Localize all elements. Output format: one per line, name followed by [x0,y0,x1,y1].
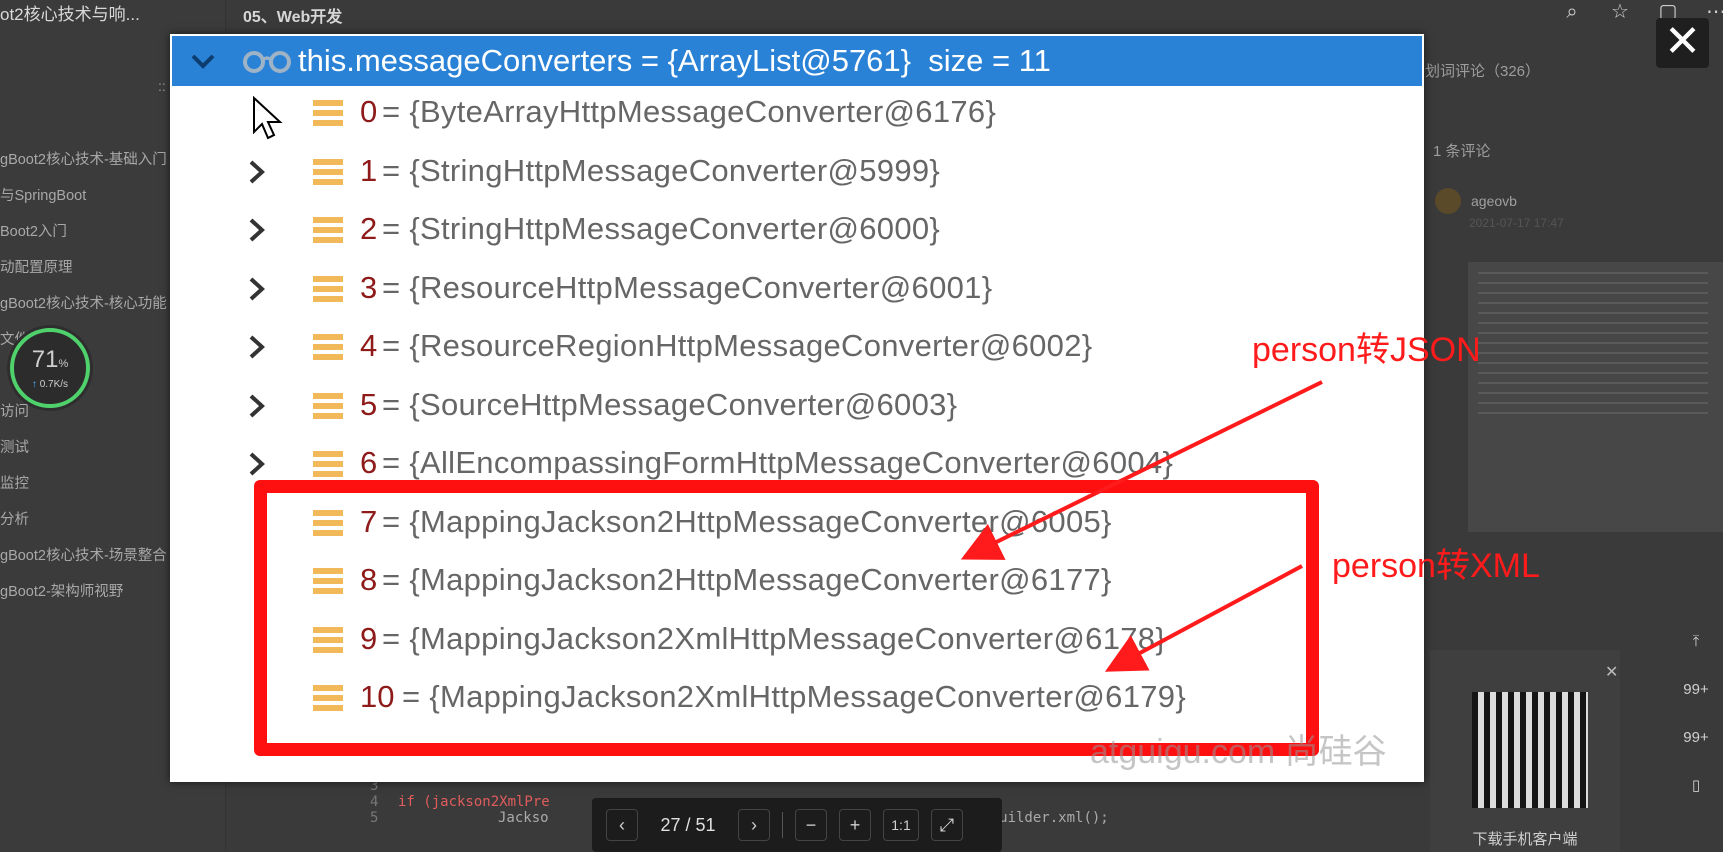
toc-item[interactable]: 动配置原理 [0,250,180,286]
next-image-button[interactable]: › [738,809,770,841]
avatar[interactable] [1435,188,1461,214]
item-value: = {ResourceRegionHttpMessageConverter@60… [382,328,1093,363]
network-speed-widget[interactable]: 71% ↑ 0.7K/s [10,328,90,408]
toc-item[interactable]: Boot2入门 [0,214,180,250]
comment-author: ageovb [1435,188,1517,214]
toc-item[interactable]: gBoot2核心技术-核心功能 [0,286,180,322]
chevron-right-icon[interactable] [248,394,266,418]
debugger-header-text: this.messageConverters = {ArrayList@5761… [298,43,1051,78]
zoom-out-icon[interactable]: − [795,809,827,841]
chevron-down-icon[interactable] [190,48,216,74]
item-index: 5 [360,386,378,422]
item-index: 1 [360,152,378,188]
actual-size-button[interactable]: 1:1 [883,809,919,841]
close-icon[interactable]: ✕ [1605,662,1618,682]
toc-item[interactable]: 分析 [0,502,180,538]
image-viewer: this.messageConverters = {ArrayList@5761… [170,34,1424,782]
viewer-pager: ‹ 27 / 51 › − + 1:1 ⤢ [592,798,1002,852]
close-viewer-button[interactable]: ✕ [1656,18,1709,68]
converter-row[interactable]: 0 = {ByteArrayHttpMessageConverter@6176} [170,88,1420,138]
chevron-right-icon[interactable] [248,218,266,242]
chevron-right-icon[interactable] [248,160,266,184]
chevron-right-icon[interactable] [248,277,266,301]
item-index: 0 [360,94,378,129]
back-to-top-icon[interactable]: ⤒ [1672,618,1720,666]
item-value: = {StringHttpMessageConverter@5999} [382,152,941,188]
comment-image-thumbnail[interactable] [1468,262,1723,532]
list-icon [313,392,343,419]
like-count[interactable]: 99+ [1672,666,1720,714]
page-counter: 27 / 51 [660,814,716,835]
list-icon [313,158,343,185]
watermark: atguigu.com 尚硅谷 [1090,733,1387,771]
chevron-right-icon[interactable] [248,452,266,476]
converter-row[interactable]: 4 = {ResourceRegionHttpMessageConverter@6… [170,322,1420,372]
item-index: 2 [360,211,378,246]
converter-row[interactable]: 5 = {SourceHttpMessageConverter@6003} [170,381,1420,431]
page-title: 05、Web开发 [243,9,343,26]
item-value: = {ByteArrayHttpMessageConverter@6176} [382,94,997,129]
toc-item[interactable]: 测试 [0,430,180,466]
list-icon [313,334,343,360]
toc-item[interactable]: 与SpringBoot [0,178,180,214]
side-tools: ⤒ 99+ 99+ ▯ [1672,618,1720,810]
mouse-cursor-icon [253,96,283,140]
converter-row[interactable]: 2 = {StringHttpMessageConverter@6000} [170,205,1420,255]
annotation-json: person转JSON [1252,331,1481,369]
upload-arrow-icon: ↑ [31,379,37,390]
list-icon [313,100,343,126]
comment-count-badge[interactable]: 99+ [1672,714,1720,762]
item-index: 4 [360,328,378,363]
toc-item[interactable]: gBoot2核心技术-场景整合 [0,538,180,574]
speed-percent: 71% [31,346,69,373]
debugger-header-row[interactable]: this.messageConverters = {ArrayList@5761… [172,36,1422,86]
speed-rate: ↑ 0.7K/s [31,379,69,390]
divider [782,812,783,838]
fullscreen-icon[interactable]: ⤢ [931,809,963,841]
collapse-icon[interactable]: :: [158,78,166,94]
toc-item[interactable]: gBoot2核心技术-基础入门 [0,142,180,178]
document-title[interactable]: ot2核心技术与响... [0,0,200,25]
item-value: = {AllEncompassingFormHttpMessageConvert… [382,445,1174,480]
toc-item[interactable]: 监控 [0,466,180,502]
watch-glasses-icon [243,51,291,73]
item-value: = {SourceHttpMessageConverter@6003} [382,386,958,422]
chevron-right-icon[interactable] [248,335,266,359]
phone-icon[interactable]: ▯ [1672,762,1720,810]
zoom-in-icon[interactable]: + [839,809,871,841]
converter-row[interactable]: 1 = {StringHttpMessageConverter@5999} [170,147,1420,197]
comment-count: 1 条评论 [1433,143,1491,160]
item-value: = {ResourceHttpMessageConverter@6001} [382,269,993,305]
converter-row[interactable]: 3 = {ResourceHttpMessageConverter@6001} [170,264,1420,314]
highlight-box [254,480,1319,756]
annotation-xml: person转XML [1332,547,1540,585]
item-index: 3 [360,269,378,305]
list-icon [313,217,343,243]
list-icon [313,275,343,302]
qr-caption: 下载手机客户端 [1472,831,1578,848]
item-index: 6 [360,445,378,480]
qr-code-image [1472,692,1588,808]
comment-timestamp: 2021-07-17 17:47 [1469,216,1564,230]
qr-download-panel: ✕ 下载手机客户端 [1430,650,1620,852]
comments-heading[interactable]: 划词评论（326） [1425,60,1540,81]
author-name[interactable]: ageovb [1471,193,1517,209]
list-icon [313,451,343,477]
toc-item[interactable]: gBoot2-架构师视野 [0,574,180,610]
item-value: = {StringHttpMessageConverter@6000} [382,211,941,246]
prev-image-button[interactable]: ‹ [606,809,638,841]
